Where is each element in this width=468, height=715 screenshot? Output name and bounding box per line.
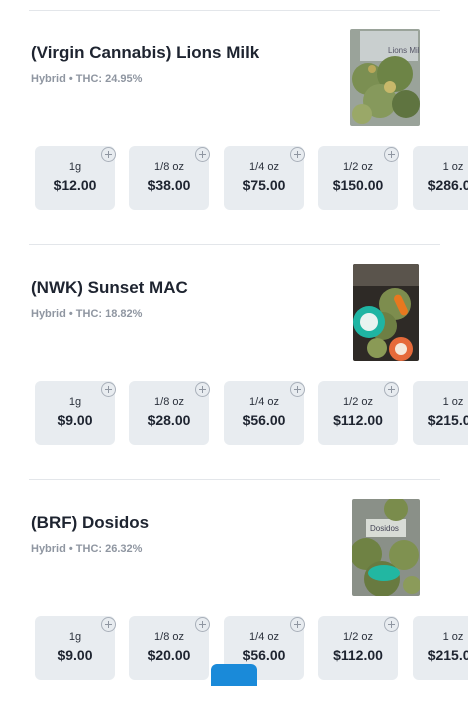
option-price: $215.00 <box>427 647 468 663</box>
option-price: $20.00 <box>147 647 191 663</box>
price-option-quarter[interactable]: 1/4 oz $75.00 <box>224 146 305 210</box>
option-weight: 1 oz <box>442 631 464 643</box>
option-price: $75.00 <box>242 177 286 193</box>
product-name[interactable]: (NWK) Sunset MAC <box>31 278 188 298</box>
plus-circle-icon[interactable] <box>384 147 399 162</box>
product-meta: Hybrid • THC: 24.95% <box>31 73 143 85</box>
product-image[interactable] <box>353 264 419 361</box>
plus-circle-icon[interactable] <box>290 382 305 397</box>
option-weight: 1/2 oz <box>343 161 373 173</box>
product-sunset-mac[interactable]: (NWK) Sunset MAC Hybrid • THC: 18.82% 1g… <box>0 245 468 480</box>
option-price: $56.00 <box>242 647 286 663</box>
plus-circle-icon[interactable] <box>384 617 399 632</box>
plus-circle-icon[interactable] <box>101 617 116 632</box>
option-weight: 1g <box>68 631 82 643</box>
option-weight: 1 oz <box>442 161 464 173</box>
option-price: $28.00 <box>147 412 191 428</box>
option-price: $12.00 <box>53 177 97 193</box>
product-lions-milk[interactable]: (Virgin Cannabis) Lions Milk Hybrid • TH… <box>0 10 468 245</box>
price-option-ounce[interactable]: 1 oz $215.00 <box>413 616 468 680</box>
price-option-ounce[interactable]: 1 oz $215.00 <box>413 381 468 445</box>
price-option-1g[interactable]: 1g $9.00 <box>35 616 116 680</box>
product-name[interactable]: (BRF) Dosidos <box>31 513 149 533</box>
plus-circle-icon[interactable] <box>195 382 210 397</box>
option-weight: 1/8 oz <box>154 631 184 643</box>
option-weight: 1/4 oz <box>249 396 279 408</box>
price-option-half[interactable]: 1/2 oz $150.00 <box>318 146 399 210</box>
option-weight: 1/8 oz <box>154 396 184 408</box>
option-price: $150.00 <box>332 177 384 193</box>
price-option-eighth[interactable]: 1/8 oz $20.00 <box>129 616 210 680</box>
price-option-eighth[interactable]: 1/8 oz $38.00 <box>129 146 210 210</box>
price-option-1g[interactable]: 1g $12.00 <box>35 146 116 210</box>
plus-circle-icon[interactable] <box>290 147 305 162</box>
price-option-1g[interactable]: 1g $9.00 <box>35 381 116 445</box>
svg-text:Dosidos: Dosidos <box>370 524 399 533</box>
option-price: $38.00 <box>147 177 191 193</box>
option-price: $9.00 <box>57 412 93 428</box>
option-weight: 1/8 oz <box>154 161 184 173</box>
option-weight: 1/2 oz <box>343 631 373 643</box>
option-price: $112.00 <box>333 647 383 663</box>
option-weight: 1 oz <box>442 396 464 408</box>
plus-circle-icon[interactable] <box>101 147 116 162</box>
price-option-eighth[interactable]: 1/8 oz $28.00 <box>129 381 210 445</box>
price-option-half[interactable]: 1/2 oz $112.00 <box>318 616 399 680</box>
option-weight: 1/4 oz <box>249 161 279 173</box>
plus-circle-icon[interactable] <box>195 147 210 162</box>
product-image[interactable]: Dosidos <box>352 499 420 596</box>
option-weight: 1/4 oz <box>249 631 279 643</box>
plus-circle-icon[interactable] <box>290 617 305 632</box>
plus-circle-icon[interactable] <box>384 382 399 397</box>
option-weight: 1g <box>68 161 82 173</box>
option-price: $9.00 <box>57 647 93 663</box>
price-option-quarter[interactable]: 1/4 oz $56.00 <box>224 381 305 445</box>
option-price: $215.00 <box>427 412 468 428</box>
product-name[interactable]: (Virgin Cannabis) Lions Milk <box>31 43 259 63</box>
option-weight: 1/2 oz <box>343 396 373 408</box>
price-option-half[interactable]: 1/2 oz $112.00 <box>318 381 399 445</box>
option-price: $112.00 <box>333 412 383 428</box>
option-weight: 1g <box>68 396 82 408</box>
option-price: $286.00 <box>427 177 468 193</box>
floating-tab-button[interactable] <box>211 664 257 686</box>
option-price: $56.00 <box>242 412 286 428</box>
price-options: 1g $9.00 1/8 oz $28.00 1/4 oz $56.00 1/2… <box>0 381 468 451</box>
svg-text:Lions Milk: Lions Milk <box>388 46 420 55</box>
product-meta: Hybrid • THC: 26.32% <box>31 543 143 555</box>
price-options: 1g $12.00 1/8 oz $38.00 1/4 oz $75.00 1/… <box>0 146 468 216</box>
plus-circle-icon[interactable] <box>195 617 210 632</box>
price-option-ounce[interactable]: 1 oz $286.00 <box>413 146 468 210</box>
plus-circle-icon[interactable] <box>101 382 116 397</box>
product-meta: Hybrid • THC: 18.82% <box>31 308 143 320</box>
product-image[interactable]: Lions Milk <box>350 29 420 126</box>
